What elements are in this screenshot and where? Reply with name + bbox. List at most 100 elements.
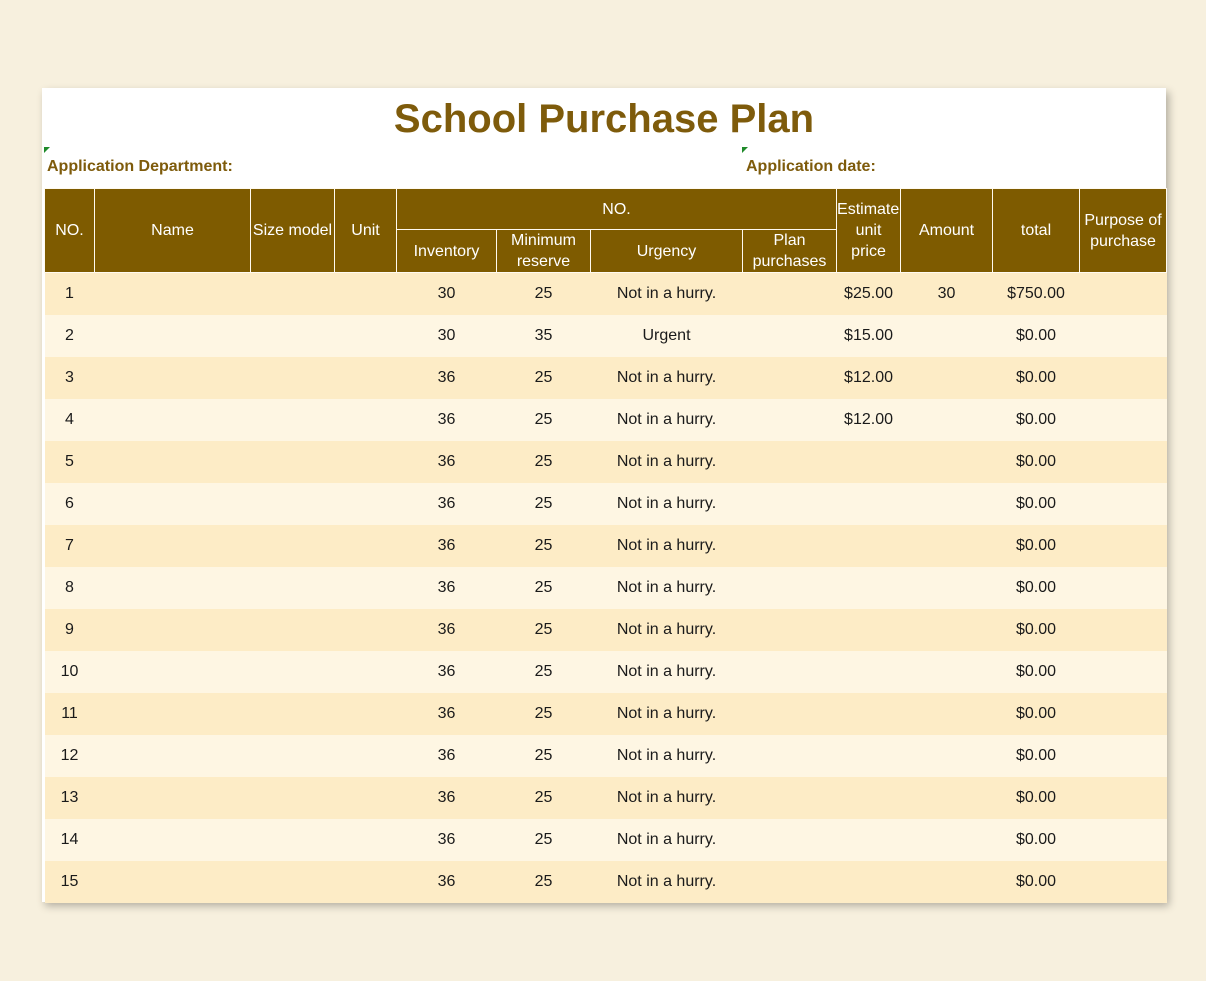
cell-plan-purchases[interactable] <box>742 609 837 651</box>
header-inventory[interactable]: Inventory <box>396 229 497 273</box>
application-date-label[interactable]: Application date: <box>746 158 876 176</box>
cell-plan-purchases[interactable] <box>742 735 837 777</box>
cell-name[interactable] <box>94 693 251 735</box>
cell-urgency[interactable]: Not in a hurry. <box>590 777 743 819</box>
cell-urgency[interactable]: Not in a hurry. <box>590 861 743 903</box>
cell-name[interactable] <box>94 483 251 525</box>
cell-inventory[interactable]: 30 <box>396 315 497 357</box>
cell-total[interactable]: $0.00 <box>992 651 1080 693</box>
cell-size-model[interactable] <box>250 483 335 525</box>
cell-plan-purchases[interactable] <box>742 777 837 819</box>
cell-minimum-reserve[interactable]: 25 <box>496 777 591 819</box>
cell-size-model[interactable] <box>250 315 335 357</box>
table-row[interactable]: 14 36 25 Not in a hurry. $0.00 <box>44 819 1167 861</box>
cell-no[interactable]: 1 <box>44 272 95 315</box>
header-size-model[interactable]: Size model <box>250 188 335 273</box>
cell-minimum-reserve[interactable]: 25 <box>496 441 591 483</box>
cell-name[interactable] <box>94 441 251 483</box>
table-row[interactable]: 2 30 35 Urgent $15.00 $0.00 <box>44 315 1167 357</box>
cell-urgency[interactable]: Not in a hurry. <box>590 272 743 315</box>
cell-purpose[interactable] <box>1079 399 1167 441</box>
header-estimated-unit-price[interactable]: Estimated unit price <box>836 188 902 273</box>
cell-minimum-reserve[interactable]: 25 <box>496 861 591 903</box>
cell-no[interactable]: 7 <box>44 525 95 567</box>
cell-urgency[interactable]: Not in a hurry. <box>590 441 743 483</box>
application-department-label[interactable]: Application Department: <box>47 158 233 176</box>
cell-size-model[interactable] <box>250 399 335 441</box>
cell-plan-purchases[interactable] <box>742 272 837 315</box>
cell-total[interactable]: $0.00 <box>992 399 1080 441</box>
cell-size-model[interactable] <box>250 441 335 483</box>
header-plan-purchases[interactable]: Plan purchases <box>741 229 838 273</box>
cell-urgency[interactable]: Not in a hurry. <box>590 651 743 693</box>
cell-name[interactable] <box>94 567 251 609</box>
cell-no[interactable]: 12 <box>44 735 95 777</box>
cell-inventory[interactable]: 36 <box>396 609 497 651</box>
cell-size-model[interactable] <box>250 272 335 315</box>
cell-name[interactable] <box>94 272 251 315</box>
cell-name[interactable] <box>94 609 251 651</box>
cell-minimum-reserve[interactable]: 25 <box>496 483 591 525</box>
header-urgency[interactable]: Urgency <box>590 229 743 273</box>
cell-purpose[interactable] <box>1079 315 1167 357</box>
cell-estimated-unit-price[interactable] <box>836 735 901 777</box>
cell-size-model[interactable] <box>250 693 335 735</box>
cell-amount[interactable] <box>900 609 993 651</box>
cell-total[interactable]: $0.00 <box>992 693 1080 735</box>
cell-unit[interactable] <box>334 272 397 315</box>
cell-total[interactable]: $0.00 <box>992 609 1080 651</box>
table-row[interactable]: 1 30 25 Not in a hurry. $25.00 30 $750.00 <box>44 272 1167 315</box>
cell-name[interactable] <box>94 735 251 777</box>
header-amount[interactable]: Amount <box>900 188 994 273</box>
cell-purpose[interactable] <box>1079 777 1167 819</box>
cell-plan-purchases[interactable] <box>742 567 837 609</box>
table-row[interactable]: 15 36 25 Not in a hurry. $0.00 <box>44 861 1167 903</box>
cell-plan-purchases[interactable] <box>742 525 837 567</box>
cell-estimated-unit-price[interactable]: $15.00 <box>836 315 901 357</box>
cell-amount[interactable] <box>900 315 993 357</box>
cell-amount[interactable] <box>900 819 993 861</box>
cell-size-model[interactable] <box>250 525 335 567</box>
table-row[interactable]: 9 36 25 Not in a hurry. $0.00 <box>44 609 1167 651</box>
cell-unit[interactable] <box>334 609 397 651</box>
cell-amount[interactable] <box>900 525 993 567</box>
cell-size-model[interactable] <box>250 357 335 399</box>
cell-amount[interactable] <box>900 651 993 693</box>
cell-total[interactable]: $0.00 <box>992 567 1080 609</box>
table-row[interactable]: 12 36 25 Not in a hurry. $0.00 <box>44 735 1167 777</box>
cell-estimated-unit-price[interactable]: $12.00 <box>836 357 901 399</box>
cell-purpose[interactable] <box>1079 441 1167 483</box>
cell-inventory[interactable]: 36 <box>396 525 497 567</box>
cell-inventory[interactable]: 36 <box>396 777 497 819</box>
cell-inventory[interactable]: 36 <box>396 693 497 735</box>
cell-total[interactable]: $0.00 <box>992 357 1080 399</box>
cell-no[interactable]: 4 <box>44 399 95 441</box>
cell-estimated-unit-price[interactable] <box>836 777 901 819</box>
cell-minimum-reserve[interactable]: 25 <box>496 609 591 651</box>
cell-estimated-unit-price[interactable] <box>836 483 901 525</box>
table-row[interactable]: 11 36 25 Not in a hurry. $0.00 <box>44 693 1167 735</box>
cell-estimated-unit-price[interactable] <box>836 861 901 903</box>
cell-inventory[interactable]: 30 <box>396 272 497 315</box>
cell-purpose[interactable] <box>1079 819 1167 861</box>
table-row[interactable]: 3 36 25 Not in a hurry. $12.00 $0.00 <box>44 357 1167 399</box>
cell-urgency[interactable]: Not in a hurry. <box>590 357 743 399</box>
header-minimum-reserve[interactable]: Minimum reserve <box>496 229 591 273</box>
cell-name[interactable] <box>94 525 251 567</box>
cell-size-model[interactable] <box>250 651 335 693</box>
cell-purpose[interactable] <box>1079 357 1167 399</box>
table-row[interactable]: 5 36 25 Not in a hurry. $0.00 <box>44 441 1167 483</box>
cell-size-model[interactable] <box>250 735 335 777</box>
cell-no[interactable]: 15 <box>44 861 95 903</box>
cell-size-model[interactable] <box>250 861 335 903</box>
cell-no[interactable]: 14 <box>44 819 95 861</box>
cell-inventory[interactable]: 36 <box>396 441 497 483</box>
cell-urgency[interactable]: Not in a hurry. <box>590 483 743 525</box>
cell-unit[interactable] <box>334 315 397 357</box>
cell-total[interactable]: $0.00 <box>992 525 1080 567</box>
cell-amount[interactable] <box>900 777 993 819</box>
cell-no[interactable]: 5 <box>44 441 95 483</box>
cell-amount[interactable] <box>900 399 993 441</box>
cell-minimum-reserve[interactable]: 25 <box>496 651 591 693</box>
cell-no[interactable]: 9 <box>44 609 95 651</box>
